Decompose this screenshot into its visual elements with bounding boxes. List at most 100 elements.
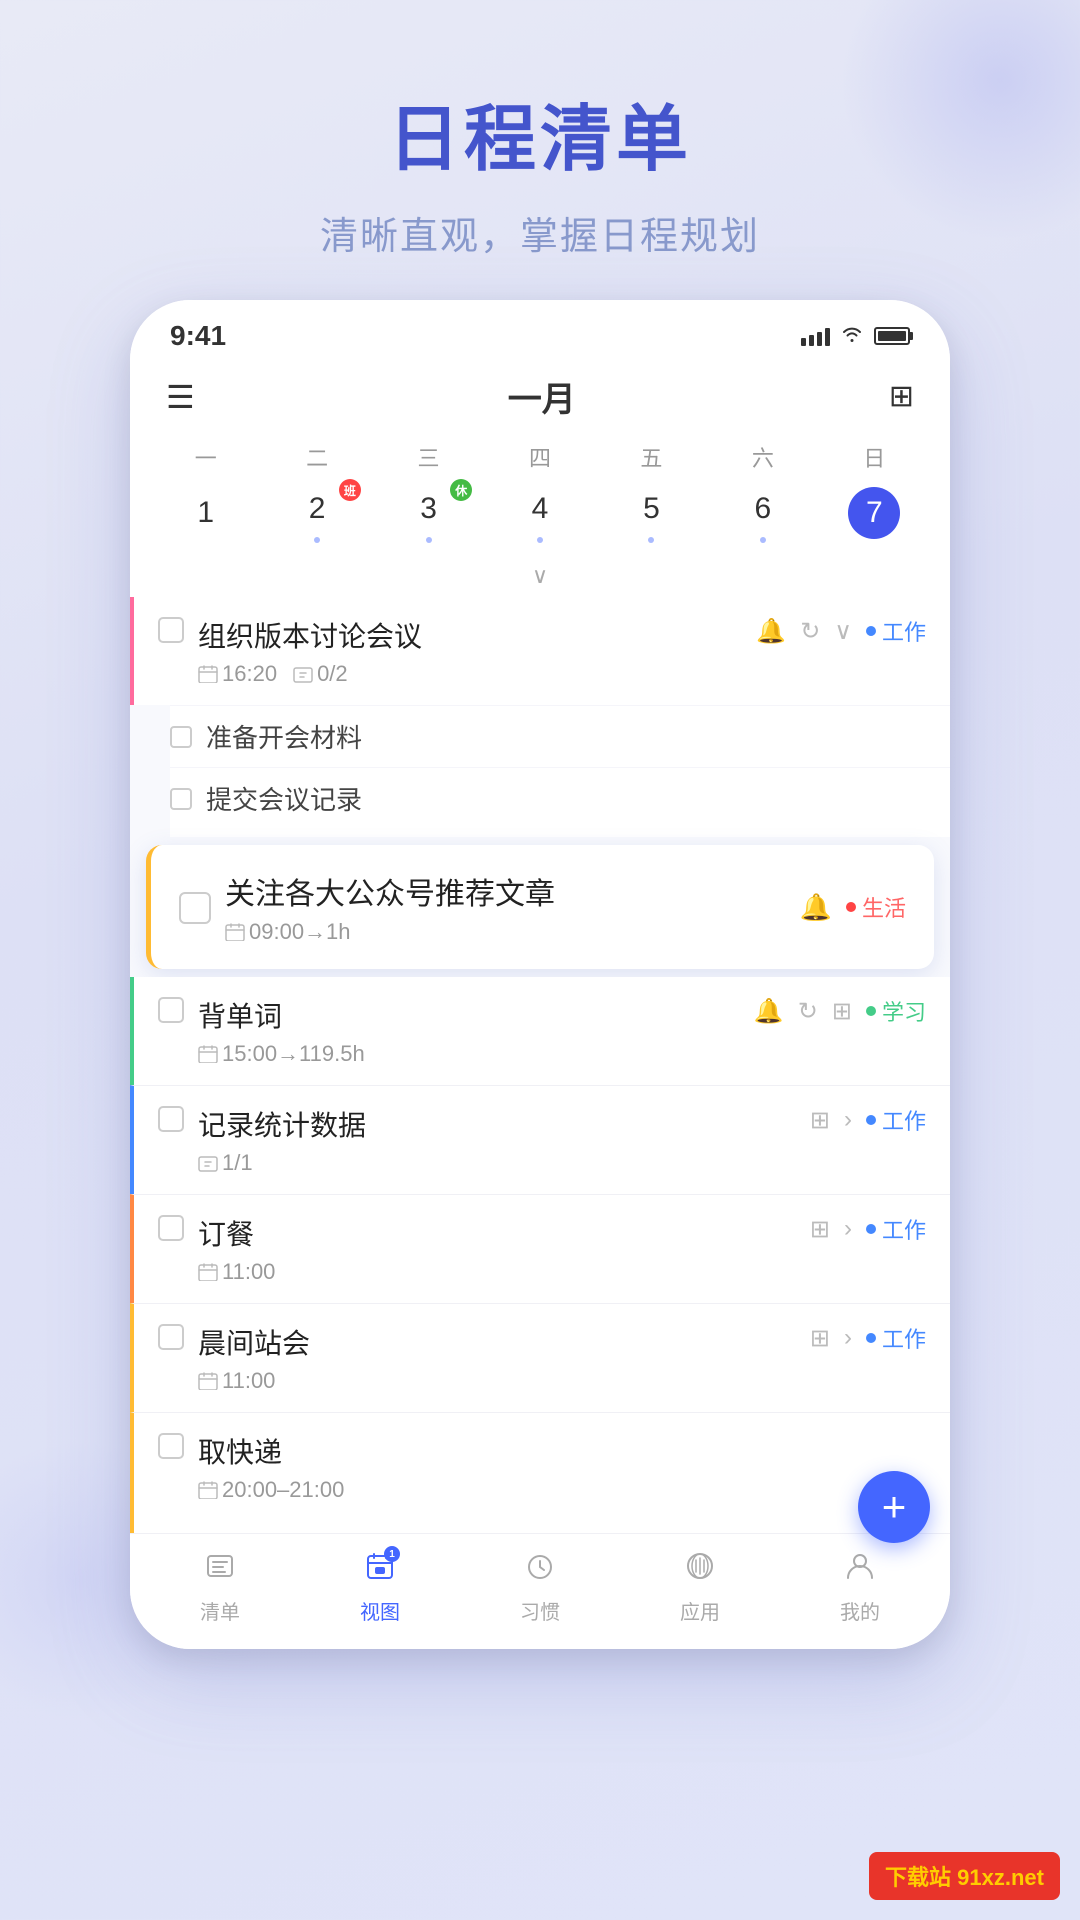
arrow-icon-4[interactable]: › <box>844 1106 852 1134</box>
weekday-tue: 二 <box>261 437 372 477</box>
date-3[interactable]: 3 休 <box>373 477 484 549</box>
alarm-icon-2: 🔔 <box>800 892 832 923</box>
fab-plus-icon: + <box>882 1483 907 1531</box>
task-actions-4: ⊞ › 工作 <box>810 1104 926 1136</box>
badge-rest: 休 <box>450 479 472 501</box>
task-item-4[interactable]: 记录统计数据 1/1 ⊞ › 工作 <box>130 1085 950 1194</box>
clock-icon <box>524 1550 556 1590</box>
task-checkbox-3[interactable] <box>158 997 184 1023</box>
task-item-1[interactable]: 组织版本讨论会议 16:20 0/2 🔔 ↻ <box>130 597 950 705</box>
task-checkbox-4[interactable] <box>158 1106 184 1132</box>
grid-icon-6: ⊞ <box>810 1324 830 1353</box>
dates-row: 1 2 班 3 休 4 5 6 7 <box>130 477 950 559</box>
repeat-icon: ↻ <box>800 617 820 646</box>
weekday-wed: 三 <box>373 437 484 477</box>
arrow-icon-5[interactable]: › <box>844 1215 852 1243</box>
subtask-title: 提交会议记录 <box>206 780 362 817</box>
nav-label-apps: 应用 <box>680 1596 720 1625</box>
subtask-checkbox[interactable] <box>170 788 192 810</box>
task-checkbox-2[interactable] <box>179 892 211 924</box>
nav-label-list: 清单 <box>200 1596 240 1625</box>
status-time: 9:41 <box>170 320 226 352</box>
phone-mockup: 9:41 ☰ 一月 ⊞ 一 <box>130 300 950 1649</box>
nav-label-profile: 我的 <box>840 1596 880 1625</box>
task-meta-4: 1/1 <box>198 1150 796 1176</box>
subtask-checkbox[interactable] <box>170 726 192 748</box>
nav-label-habit: 习惯 <box>520 1596 560 1625</box>
weekday-thu: 四 <box>484 437 595 477</box>
task-actions-5: ⊞ › 工作 <box>810 1213 926 1245</box>
task-content-3: 背单词 15:00→119.5h <box>198 995 740 1067</box>
task-content-2: 关注各大公众号推荐文章 09:00→1h <box>225 869 786 945</box>
task-item-6[interactable]: 晨间站会 11:00 ⊞ › 工作 <box>130 1303 950 1412</box>
date-4[interactable]: 4 <box>484 477 595 549</box>
task-meta-2: 09:00→1h <box>225 919 786 945</box>
task-checkbox-5[interactable] <box>158 1215 184 1241</box>
fab-add-button[interactable]: + <box>858 1471 930 1543</box>
date-1[interactable]: 1 <box>150 481 261 545</box>
battery-icon <box>874 327 910 345</box>
nav-item-habit[interactable]: 习惯 <box>490 1550 590 1625</box>
weekdays-row: 一 二 三 四 五 六 日 <box>130 437 950 477</box>
signal-icon <box>801 326 830 346</box>
task-actions-3: 🔔 ↻ ⊞ 学习 <box>754 995 926 1027</box>
task-content-7: 取快递 20:00–21:00 <box>198 1431 926 1503</box>
grid-view-icon[interactable]: ⊞ <box>889 379 914 414</box>
status-bar: 9:41 <box>130 300 950 362</box>
nav-item-profile[interactable]: 我的 <box>810 1550 910 1625</box>
task-checkbox-1[interactable] <box>158 617 184 643</box>
task-title-5: 订餐 <box>198 1213 796 1253</box>
weekday-fri: 五 <box>596 437 707 477</box>
bottom-nav: 清单 1 视图 习惯 <box>130 1533 950 1649</box>
weekday-sun: 日 <box>819 437 930 477</box>
nav-item-apps[interactable]: 应用 <box>650 1550 750 1625</box>
nav-item-view[interactable]: 1 视图 <box>330 1550 430 1625</box>
task-item-7[interactable]: 取快递 20:00–21:00 + <box>130 1412 950 1533</box>
task-list: 组织版本讨论会议 16:20 0/2 🔔 ↻ <box>130 597 950 1533</box>
date-2[interactable]: 2 班 <box>261 477 372 549</box>
task-title-3: 背单词 <box>198 995 740 1035</box>
user-icon <box>844 1550 876 1590</box>
task-checkbox-7[interactable] <box>158 1433 184 1459</box>
task-meta-6: 11:00 <box>198 1368 796 1394</box>
task-title-2: 关注各大公众号推荐文章 <box>225 869 786 913</box>
subtask-1-2[interactable]: 提交会议记录 <box>170 767 950 829</box>
expand-icon[interactable]: ∨ <box>834 617 852 646</box>
arrow-icon-6[interactable]: › <box>844 1324 852 1352</box>
task-actions-1: 🔔 ↻ ∨ 工作 <box>756 615 926 647</box>
list-icon <box>204 1550 236 1590</box>
task-meta-7: 20:00–21:00 <box>198 1477 926 1503</box>
calendar-header: ☰ 一月 ⊞ <box>130 362 950 437</box>
calendar-icon: 1 <box>364 1550 396 1590</box>
repeat-icon-3: ↻ <box>798 997 818 1026</box>
subtask-1-1[interactable]: 准备开会材料 <box>170 705 950 767</box>
task-content-4: 记录统计数据 1/1 <box>198 1104 796 1176</box>
nav-item-list[interactable]: 清单 <box>170 1550 270 1625</box>
task-item-5[interactable]: 订餐 11:00 ⊞ › 工作 <box>130 1194 950 1303</box>
menu-icon[interactable]: ☰ <box>166 378 195 416</box>
date-5[interactable]: 5 <box>596 477 707 549</box>
task-item-3[interactable]: 背单词 15:00→119.5h 🔔 ↻ ⊞ 学习 <box>130 977 950 1085</box>
watermark-url: 91xz.net <box>957 1865 1044 1890</box>
alarm-icon-3: 🔔 <box>754 997 784 1026</box>
task-title-7: 取快递 <box>198 1431 926 1471</box>
task-item-2-highlight[interactable]: 关注各大公众号推荐文章 09:00→1h 🔔 生活 <box>146 845 934 969</box>
nav-label-view: 视图 <box>360 1596 400 1625</box>
badge-class: 班 <box>339 479 361 501</box>
weekday-sat: 六 <box>707 437 818 477</box>
task-content-1: 组织版本讨论会议 16:20 0/2 <box>198 615 742 687</box>
subtask-list-1: 准备开会材料 提交会议记录 <box>170 705 950 837</box>
grid-icon-3: ⊞ <box>832 997 852 1026</box>
nav-badge-count: 1 <box>384 1546 400 1562</box>
date-7[interactable]: 7 <box>819 481 930 545</box>
expand-arrow[interactable]: ∨ <box>130 559 950 597</box>
date-dot <box>314 537 320 543</box>
watermark-highlight: 下载站 <box>885 1865 951 1890</box>
task-meta-5: 11:00 <box>198 1259 796 1285</box>
task-actions-6: ⊞ › 工作 <box>810 1322 926 1354</box>
date-6[interactable]: 6 <box>707 477 818 549</box>
task-content-5: 订餐 11:00 <box>198 1213 796 1285</box>
task-checkbox-6[interactable] <box>158 1324 184 1350</box>
task-meta-1: 16:20 0/2 <box>198 661 742 687</box>
task-title-4: 记录统计数据 <box>198 1104 796 1144</box>
